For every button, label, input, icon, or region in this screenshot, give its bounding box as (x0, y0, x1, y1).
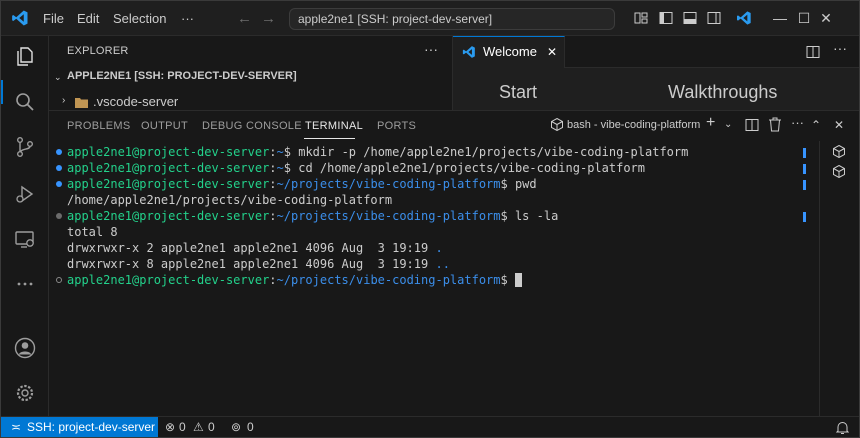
remote-indicator[interactable]: ≍ SSH: project-dev-server (1, 417, 158, 437)
error-count: 0 (179, 420, 186, 434)
sidebar-item-vscode-server[interactable]: .vscode-server (93, 94, 178, 109)
terminal-output[interactable]: apple2ne1@project-dev-server:~$ mkdir -p… (56, 144, 807, 404)
terminal-profile-icon (551, 118, 563, 131)
tab-terminal[interactable]: TERMINAL (305, 120, 363, 132)
chevron-right-icon[interactable]: › (62, 95, 65, 106)
toggle-panel-icon[interactable] (683, 11, 697, 25)
terminal-prompt-line: apple2ne1@project-dev-server:~/projects/… (56, 272, 807, 288)
status-bar: ≍ SSH: project-dev-server ⊗ 0 ⚠ 0 ⊚ 0 (1, 416, 859, 437)
source-control-icon[interactable] (14, 136, 36, 158)
terminal-line: apple2ne1@project-dev-server:~$ cd /home… (56, 160, 807, 176)
welcome-start-heading: Start (499, 82, 538, 102)
terminal-line: apple2ne1@project-dev-server:~/projects/… (56, 176, 807, 192)
close-panel-icon[interactable]: ✕ (834, 118, 844, 132)
welcome-walkthroughs-heading: Walkthroughs (668, 82, 778, 102)
sidebar-title: EXPLORER (67, 45, 129, 57)
active-tab-underline (304, 138, 355, 139)
terminal-name[interactable]: bash - vibe-coding-platform (567, 119, 700, 131)
tab-ports[interactable]: PORTS (377, 120, 416, 132)
terminal-line: apple2ne1@project-dev-server:~$ mkdir -p… (56, 144, 807, 160)
ports-icon[interactable]: ⊚ (231, 417, 241, 437)
vscode-logo-icon (12, 10, 28, 26)
terminal-line: apple2ne1@project-dev-server:~/projects/… (56, 208, 807, 224)
explorer-files-icon[interactable] (14, 45, 36, 67)
vscode-badge-icon (737, 11, 751, 25)
title-bar: File Edit Selection ··· ← → apple2ne1 [S… (1, 1, 859, 36)
chevron-down-icon[interactable]: ⌄ (54, 72, 62, 83)
explorer-sidebar: EXPLORER ··· ⌄ APPLE2NE1 [SSH: PROJECT-D… (49, 36, 453, 110)
warning-count: 0 (208, 420, 215, 434)
toggle-primary-sidebar-icon[interactable] (659, 11, 673, 25)
tab-problems[interactable]: PROBLEMS (67, 120, 131, 132)
bottom-panel: PROBLEMS OUTPUT DEBUG CONSOLE TERMINAL P… (49, 110, 859, 417)
tab-debug-console[interactable]: DEBUG CONSOLE (202, 120, 302, 132)
menu-selection[interactable]: Selection (113, 1, 166, 36)
sidebar-more-button[interactable]: ··· (424, 41, 438, 57)
folder-icon (75, 98, 88, 108)
terminal-cursor (514, 273, 522, 287)
accounts-icon[interactable] (14, 337, 36, 359)
close-button[interactable]: ✕ (805, 1, 847, 36)
panel-more-button[interactable]: ··· (791, 115, 804, 130)
terminal-list-divider (819, 141, 820, 417)
workspace-section-header[interactable]: APPLE2NE1 [SSH: PROJECT-DEV-SERVER] (67, 70, 297, 82)
terminal-output-line: drwxrwxr-x 2 apple2ne1 apple2ne1 4096 Au… (67, 241, 443, 255)
terminal-instance-icon[interactable] (833, 145, 845, 158)
editor-more-button[interactable]: ··· (833, 40, 847, 56)
vscode-window: File Edit Selection ··· ← → apple2ne1 [S… (0, 0, 860, 438)
search-icon[interactable] (14, 91, 36, 113)
settings-gear-icon[interactable] (14, 382, 36, 404)
terminal-scrollbar[interactable] (803, 144, 807, 404)
trash-icon[interactable] (768, 117, 782, 132)
maximize-panel-icon[interactable]: ⌃ (811, 118, 821, 132)
tab-output[interactable]: OUTPUT (141, 120, 188, 132)
active-indicator (1, 80, 3, 104)
run-debug-icon[interactable] (14, 183, 36, 205)
more-views-icon[interactable] (14, 273, 36, 295)
tab-label: Welcome (483, 44, 537, 59)
error-icon[interactable]: ⊗ (165, 417, 175, 437)
close-tab-icon[interactable]: ✕ (547, 37, 557, 67)
menu-file[interactable]: File (43, 1, 64, 36)
new-terminal-icon[interactable]: + (706, 114, 715, 132)
back-arrow-icon[interactable]: ← (237, 1, 252, 36)
command-center[interactable]: apple2ne1 [SSH: project-dev-server] (289, 8, 615, 30)
warning-icon[interactable]: ⚠ (193, 417, 204, 437)
tab-welcome[interactable]: Welcome ✕ (453, 36, 565, 68)
customize-layout-icon[interactable] (634, 11, 648, 25)
menu-edit[interactable]: Edit (77, 1, 99, 36)
terminal-output-line: /home/apple2ne1/projects/vibe-coding-pla… (67, 193, 393, 207)
terminal-output-line: total 8 (67, 225, 118, 239)
remote-explorer-icon[interactable] (14, 228, 36, 250)
chevron-down-icon[interactable]: ⌄ (724, 119, 732, 130)
split-terminal-icon[interactable] (745, 118, 759, 132)
terminal-instance-icon[interactable] (833, 165, 845, 178)
split-editor-icon[interactable] (806, 45, 820, 59)
menu-more[interactable]: ··· (181, 1, 194, 36)
vscode-tab-icon (462, 46, 475, 58)
toggle-secondary-sidebar-icon[interactable] (707, 11, 721, 25)
remote-icon: ≍ (11, 420, 22, 434)
forward-arrow-icon[interactable]: → (261, 1, 276, 36)
ports-count: 0 (247, 420, 254, 434)
editor-area: Welcome ✕ ··· Start Walkthroughs (453, 36, 859, 110)
activity-bar (1, 36, 49, 416)
terminal-output-line: drwxrwxr-x 8 apple2ne1 apple2ne1 4096 Au… (67, 257, 450, 271)
notifications-bell-icon[interactable] (836, 421, 849, 435)
